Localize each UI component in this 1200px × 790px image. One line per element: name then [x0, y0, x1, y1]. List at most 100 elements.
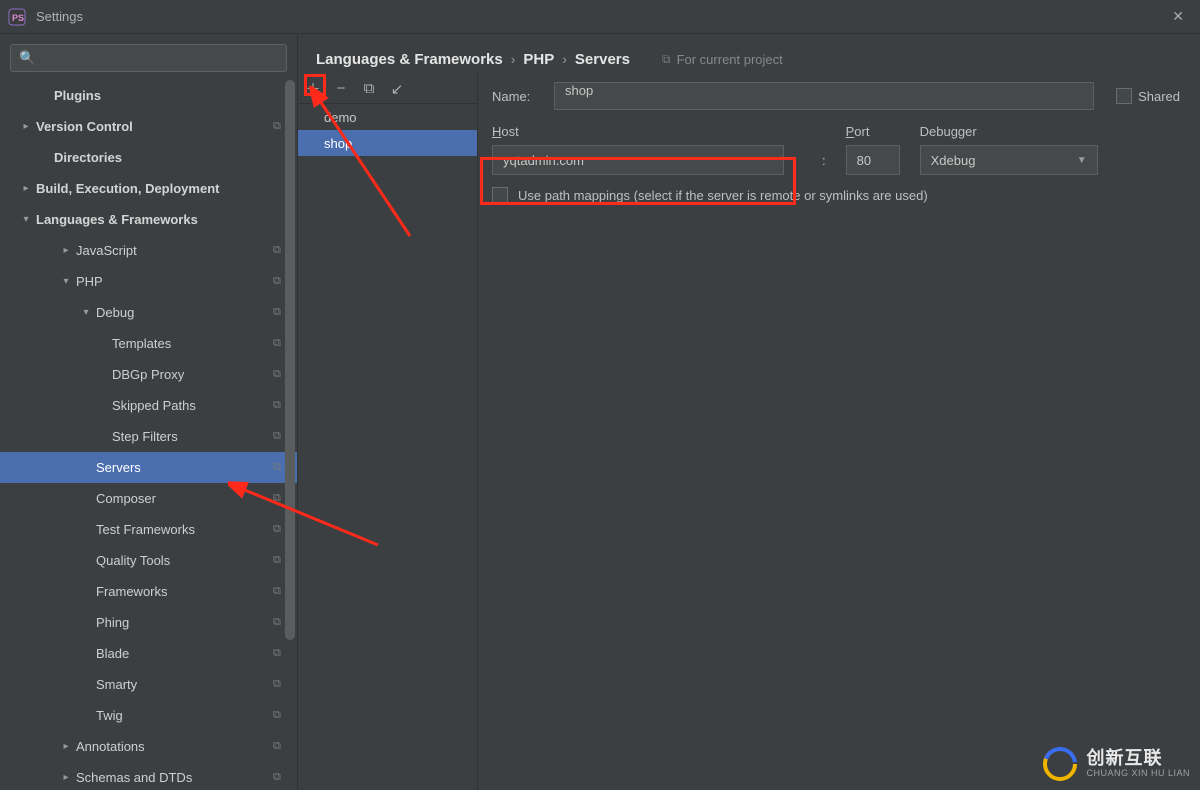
- breadcrumb-part[interactable]: PHP: [523, 51, 554, 68]
- col-debugger: Debugger Xdebug ▼: [920, 124, 1100, 175]
- main: 🔍 PluginsVersion Control⧉DirectoriesBuil…: [0, 34, 1200, 790]
- name-label: Name:: [492, 89, 542, 104]
- tree-item[interactable]: Smarty⧉: [0, 669, 297, 700]
- tree-item-label: Twig: [96, 708, 273, 723]
- copy-button[interactable]: ⧉: [360, 80, 378, 97]
- port-label: Port: [846, 124, 900, 139]
- tree-item[interactable]: Directories: [0, 142, 297, 173]
- chevron-right-icon[interactable]: [20, 121, 32, 132]
- mappings-checkbox[interactable]: [492, 187, 508, 203]
- tree-item-label: JavaScript: [76, 243, 273, 258]
- project-hint: ⧉ For current project: [662, 52, 783, 67]
- tree-item[interactable]: Phing⧉: [0, 607, 297, 638]
- tree-item[interactable]: Skipped Paths⧉: [0, 390, 297, 421]
- add-button[interactable]: ＋: [304, 78, 322, 99]
- chevron-right-icon[interactable]: [60, 772, 72, 783]
- name-input[interactable]: shop: [554, 82, 1094, 110]
- search-wrap: 🔍: [0, 34, 297, 78]
- tree-item-label: Build, Execution, Deployment: [36, 181, 287, 196]
- tree-item-label: Templates: [112, 336, 273, 351]
- watermark-text: 创新互联 CHUANG XIN HU LIAN: [1086, 749, 1190, 779]
- tree-item[interactable]: Servers⧉: [0, 452, 297, 483]
- tree-item[interactable]: Blade⧉: [0, 638, 297, 669]
- colon: :: [822, 145, 826, 175]
- copy-icon: ⧉: [662, 52, 671, 67]
- debugger-select[interactable]: Xdebug ▼: [920, 145, 1098, 175]
- tree-item-label: Plugins: [54, 88, 287, 103]
- tree-item-label: Annotations: [76, 739, 273, 754]
- tree-item[interactable]: Debug⧉: [0, 297, 297, 328]
- scrollbar-thumb[interactable]: [285, 80, 295, 640]
- host-label: Host: [492, 124, 802, 139]
- tree-item[interactable]: Plugins: [0, 80, 297, 111]
- tree-item[interactable]: Schemas and DTDs⧉: [0, 762, 297, 790]
- content: Languages & Frameworks › PHP › Servers ⧉…: [298, 34, 1200, 790]
- tree-item[interactable]: Languages & Frameworks: [0, 204, 297, 235]
- app-icon: PS: [8, 8, 26, 26]
- breadcrumb-part[interactable]: Servers: [575, 51, 630, 68]
- tree-item-label: Servers: [96, 460, 273, 475]
- tree-item[interactable]: Build, Execution, Deployment: [0, 173, 297, 204]
- chevron-down-icon: ▼: [1077, 155, 1087, 166]
- chevron-right-icon[interactable]: [60, 741, 72, 752]
- tree-item-label: Phing: [96, 615, 273, 630]
- tree-item[interactable]: Test Frameworks⧉: [0, 514, 297, 545]
- server-list: demoshop: [298, 104, 477, 156]
- tree-item-label: Frameworks: [96, 584, 273, 599]
- row-mappings: Use path mappings (select if the server …: [492, 187, 1180, 203]
- tree-item[interactable]: Quality Tools⧉: [0, 545, 297, 576]
- svg-text:PS: PS: [12, 13, 24, 23]
- tree-item[interactable]: Version Control⧉: [0, 111, 297, 142]
- shared-label: Shared: [1138, 89, 1180, 104]
- tree-item-label: Test Frameworks: [96, 522, 273, 537]
- search-input[interactable]: 🔍: [10, 44, 287, 72]
- sidebar-scroll: Plugins Version Control⧉ Directories Build,…: [0, 78, 297, 790]
- tree-item-label: Directories: [54, 150, 287, 165]
- chevron-down-icon[interactable]: [60, 276, 72, 287]
- tree-item-label: PHP: [76, 274, 273, 289]
- import-button[interactable]: ↙: [388, 80, 406, 98]
- host-input[interactable]: yqtadmin.com: [492, 145, 784, 175]
- sidebar: 🔍 Plugins Version Control⧉ Directories Buil…: [0, 34, 298, 790]
- row-host-port-debugger: Host yqtadmin.com : Port 80 Debugger Xde…: [492, 124, 1180, 175]
- watermark-logo: [1042, 746, 1078, 782]
- shared-checkbox[interactable]: Shared: [1116, 88, 1180, 104]
- tree-item[interactable]: Frameworks⧉: [0, 576, 297, 607]
- tree-item[interactable]: Annotations⧉: [0, 731, 297, 762]
- titlebar: PS Settings ✕: [0, 0, 1200, 34]
- search-icon: 🔍: [19, 50, 35, 66]
- project-hint-text: For current project: [677, 52, 783, 67]
- tree-item[interactable]: Templates⧉: [0, 328, 297, 359]
- tree-item-label: Schemas and DTDs: [76, 770, 273, 785]
- col-host: Host yqtadmin.com: [492, 124, 802, 175]
- tree-item[interactable]: JavaScript⧉: [0, 235, 297, 266]
- server-list-column: ＋ − ⧉ ↙ demoshop: [298, 74, 478, 790]
- mappings-label: Use path mappings (select if the server …: [518, 188, 928, 203]
- remove-button[interactable]: −: [332, 80, 350, 97]
- server-form: Name: shop Shared Host yqtadmin.com : Po…: [478, 74, 1200, 790]
- row-name: Name: shop Shared: [492, 82, 1180, 110]
- port-input[interactable]: 80: [846, 145, 900, 175]
- tree-item[interactable]: PHP⧉: [0, 266, 297, 297]
- tree-item[interactable]: Composer⧉: [0, 483, 297, 514]
- sidebar-scrollbar[interactable]: [285, 80, 295, 786]
- server-list-item[interactable]: shop: [298, 130, 477, 156]
- tree-item[interactable]: Twig⧉: [0, 700, 297, 731]
- tree-item-label: Version Control: [36, 119, 273, 134]
- tree-item[interactable]: DBGp Proxy⧉: [0, 359, 297, 390]
- tree-item-label: DBGp Proxy: [112, 367, 273, 382]
- breadcrumb-part[interactable]: Languages & Frameworks: [316, 51, 503, 68]
- tree-item-label: Skipped Paths: [112, 398, 273, 413]
- chevron-down-icon[interactable]: [80, 307, 92, 318]
- content-body: ＋ − ⧉ ↙ demoshop Name: shop Shared: [298, 74, 1200, 790]
- chevron-right-icon[interactable]: [60, 245, 72, 256]
- server-list-item[interactable]: demo: [298, 104, 477, 130]
- breadcrumb: Languages & Frameworks › PHP › Servers ⧉…: [298, 34, 1200, 74]
- chevron-right-icon[interactable]: [20, 183, 32, 194]
- watermark: 创新互联 CHUANG XIN HU LIAN: [1042, 746, 1190, 782]
- checkbox-icon[interactable]: [1116, 88, 1132, 104]
- chevron-down-icon[interactable]: [20, 214, 32, 225]
- close-icon[interactable]: ✕: [1164, 4, 1192, 29]
- tree-item[interactable]: Step Filters⧉: [0, 421, 297, 452]
- tree-item-label: Smarty: [96, 677, 273, 692]
